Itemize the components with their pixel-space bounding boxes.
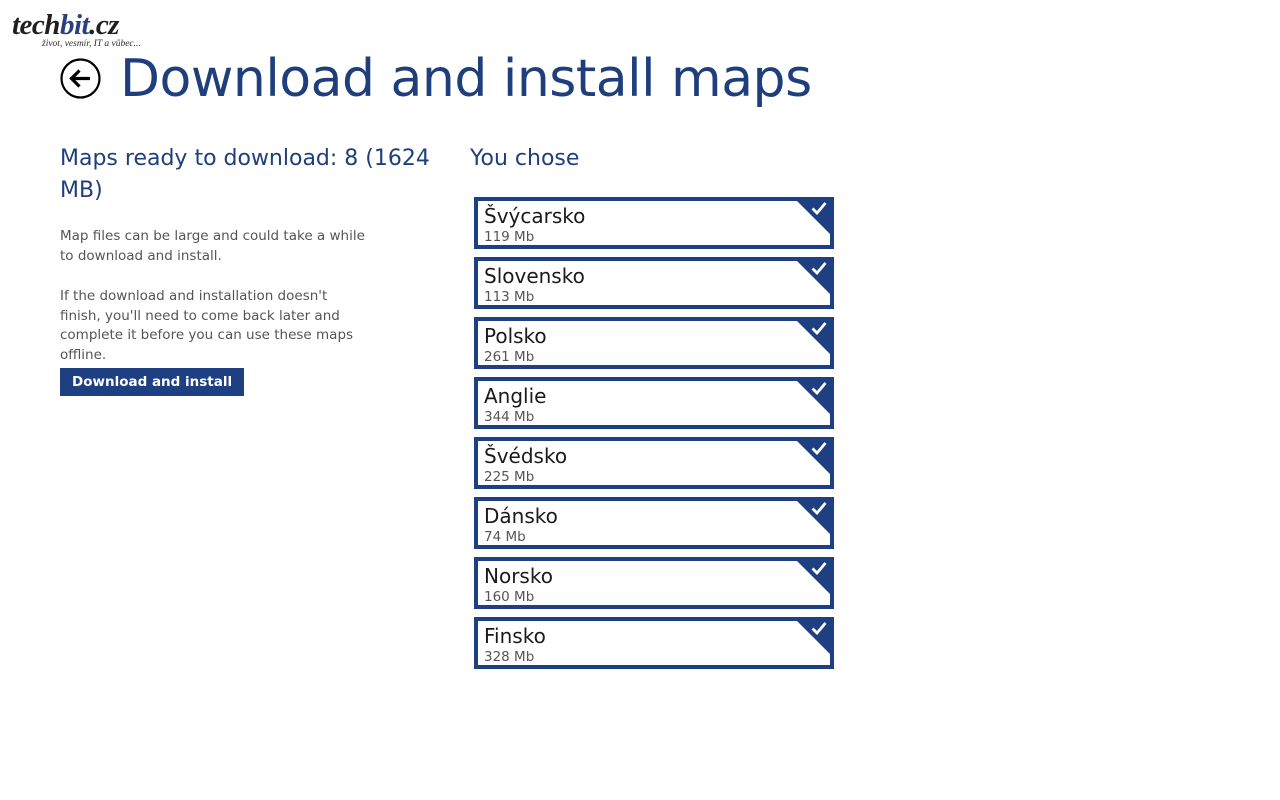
watermark-brand: techbit.cz (12, 8, 119, 42)
map-size: 160 Mb (484, 589, 535, 605)
map-item-anglie[interactable]: Anglie 344 Mb (474, 377, 834, 429)
watermark-brand-suffix: .cz (89, 9, 119, 41)
watermark-brand-prefix: tech (12, 9, 60, 41)
map-item-svycarsko[interactable]: Švýcarsko 119 Mb (474, 197, 834, 249)
map-size: 74 Mb (484, 529, 526, 545)
map-item-svedsko[interactable]: Švédsko 225 Mb (474, 437, 834, 489)
page-title: Download and install maps (120, 49, 812, 109)
checkmark-icon (811, 502, 827, 515)
you-chose-heading: You chose (470, 146, 580, 171)
checkmark-icon (811, 382, 827, 395)
map-name: Polsko (484, 324, 547, 348)
map-name: Švýcarsko (484, 204, 586, 228)
checkmark-icon (811, 622, 827, 635)
back-button[interactable] (60, 58, 101, 99)
checkmark-icon (811, 202, 827, 215)
checkmark-icon (811, 562, 827, 575)
map-name: Norsko (484, 564, 553, 588)
checkmark-icon (811, 262, 827, 275)
map-size: 225 Mb (484, 469, 535, 485)
map-name: Švédsko (484, 444, 568, 468)
download-and-install-button[interactable]: Download and install (60, 368, 245, 396)
map-name: Anglie (484, 384, 547, 408)
map-name: Dánsko (484, 504, 558, 528)
map-item-dansko[interactable]: Dánsko 74 Mb (474, 497, 834, 549)
map-item-finsko[interactable]: Finsko 328 Mb (474, 617, 834, 669)
map-size: 261 Mb (484, 349, 535, 365)
map-size: 328 Mb (484, 649, 535, 665)
checkmark-icon (811, 442, 827, 455)
back-arrow-icon (60, 58, 101, 99)
map-size: 119 Mb (484, 229, 535, 245)
maps-download-page: techbit.cz život, vesmír, IT a vůbec... … (0, 0, 1280, 800)
selected-maps-list: Švýcarsko 119 Mb Slovensko 113 Mb Polsko… (474, 197, 834, 677)
maps-ready-heading: Maps ready to download: 8 (1624 MB) (60, 146, 430, 203)
watermark-brand-highlight: bit (59, 9, 90, 41)
map-name: Finsko (484, 624, 546, 648)
checkmark-icon (811, 322, 827, 335)
incomplete-download-text: If the download and installation doesn't… (60, 288, 354, 363)
map-item-polsko[interactable]: Polsko 261 Mb (474, 317, 834, 369)
map-name: Slovensko (484, 264, 585, 288)
map-item-slovensko[interactable]: Slovensko 113 Mb (474, 257, 834, 309)
map-size: 113 Mb (484, 289, 535, 305)
map-size: 344 Mb (484, 409, 535, 425)
size-warning-text: Map files can be large and could take a … (60, 228, 365, 264)
map-item-norsko[interactable]: Norsko 160 Mb (474, 557, 834, 609)
